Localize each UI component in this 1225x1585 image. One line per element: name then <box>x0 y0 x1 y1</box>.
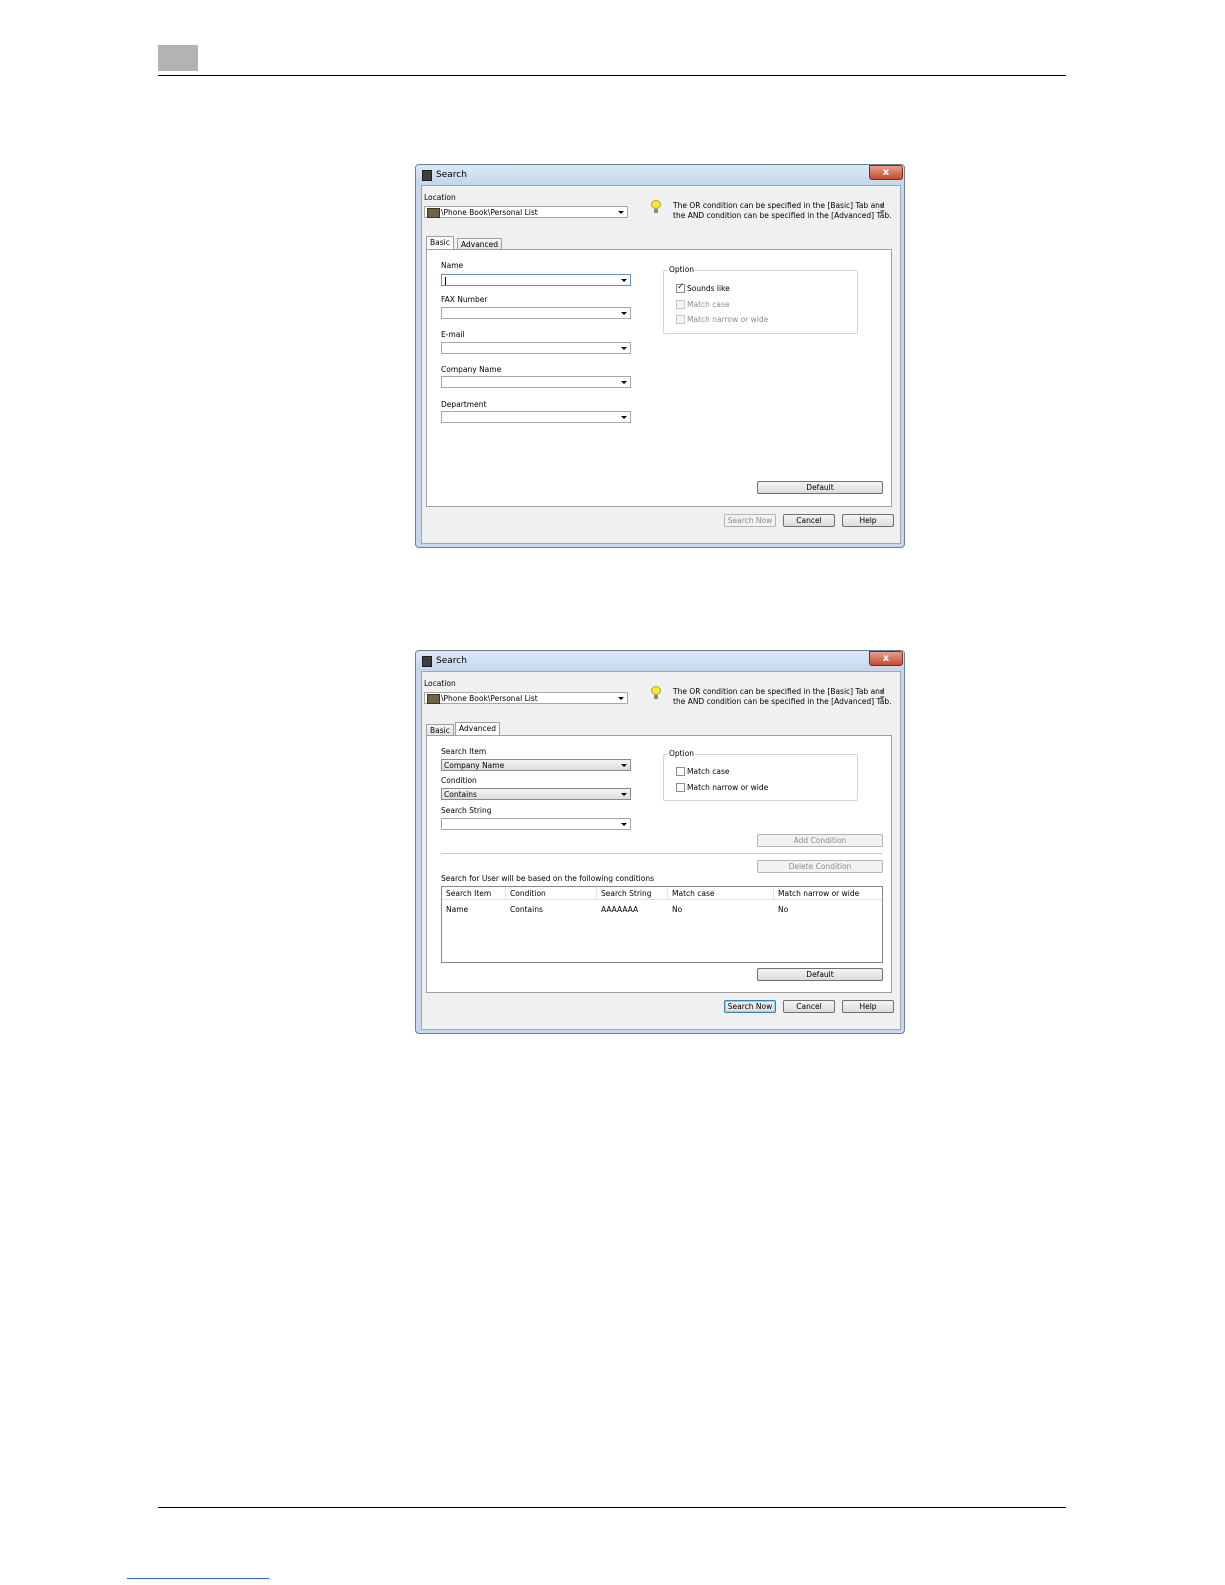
separator <box>441 853 882 854</box>
header-rule <box>158 75 1066 76</box>
column-header-search-string[interactable]: Search String <box>597 887 668 900</box>
chevron-down-icon <box>621 764 627 767</box>
name-label: Name <box>441 261 464 270</box>
phone-book-icon <box>422 170 432 181</box>
window-title: Search <box>436 170 467 180</box>
dialog-client: Location \Phone Book\Personal List The O… <box>421 671 901 1030</box>
cancel-button[interactable]: Cancel <box>783 514 835 527</box>
search-dialog-basic: Search x Location \Phone Book\Personal L… <box>415 164 905 548</box>
option-group: Option Match case Match narrow or wide <box>663 749 858 801</box>
lightbulb-icon <box>651 200 661 213</box>
chevron-down-icon <box>618 211 624 214</box>
fax-combo[interactable] <box>441 307 631 319</box>
search-now-button[interactable]: Search Now <box>724 514 776 527</box>
name-combo[interactable] <box>441 274 631 286</box>
search-item-select[interactable]: Company Name <box>441 759 631 771</box>
company-label: Company Name <box>441 365 502 374</box>
table-cell: Contains <box>510 905 543 914</box>
cancel-button[interactable]: Cancel <box>783 1000 835 1013</box>
location-combo[interactable]: \Phone Book\Personal List <box>424 692 628 704</box>
window-title: Search <box>436 656 467 666</box>
fax-label: FAX Number <box>441 295 488 304</box>
chevron-down-icon <box>621 381 627 384</box>
search-dialog-advanced: Search x Location \Phone Book\Personal L… <box>415 650 905 1034</box>
search-string-label: Search String <box>441 806 492 815</box>
sounds-like-label: Sounds like <box>687 284 730 293</box>
email-label: E-mail <box>441 330 465 339</box>
chevron-down-icon <box>621 312 627 315</box>
match-case-label: Match case <box>687 300 730 309</box>
match-narrow-checkbox[interactable] <box>676 783 685 792</box>
footer-link-underline <box>127 1578 269 1579</box>
check-mark-icon: ✓ <box>677 282 685 292</box>
chapter-number-box <box>158 45 198 71</box>
chevron-down-icon <box>621 793 627 796</box>
advanced-tab-panel: Search Item Company Name Condition Conta… <box>426 735 892 993</box>
chevron-down-icon <box>621 279 627 282</box>
text-cursor <box>445 277 446 285</box>
match-narrow-label: Match narrow or wide <box>687 783 769 792</box>
option-title: Option <box>668 265 696 274</box>
option-title: Option <box>668 749 696 758</box>
conditions-table[interactable]: Search Item Condition Search String Matc… <box>441 886 883 963</box>
match-narrow-label: Match narrow or wide <box>687 315 769 324</box>
phone-book-icon <box>422 656 432 667</box>
search-now-button[interactable]: Search Now <box>724 1000 776 1013</box>
column-header-condition[interactable]: Condition <box>506 887 597 900</box>
match-case-checkbox[interactable] <box>676 300 685 309</box>
location-combo[interactable]: \Phone Book\Personal List <box>424 206 628 218</box>
help-button[interactable]: Help <box>842 514 894 527</box>
condition-select[interactable]: Contains <box>441 788 631 800</box>
location-label: Location <box>424 679 456 688</box>
table-cell: Name <box>446 905 469 914</box>
table-cell: No <box>778 905 789 914</box>
table-cell: AAAAAAA <box>601 905 639 914</box>
column-header-search-item[interactable]: Search Item <box>442 887 506 900</box>
match-case-label: Match case <box>687 767 730 776</box>
chevron-down-icon <box>621 823 627 826</box>
conditions-caption: Search for User will be based on the fol… <box>441 874 654 883</box>
department-combo[interactable] <box>441 411 631 423</box>
condition-label: Condition <box>441 776 477 785</box>
dialog-client: Location \Phone Book\Personal List The O… <box>421 185 901 544</box>
column-header-match-narrow[interactable]: Match narrow or wide <box>774 887 882 900</box>
title-bar: Search x <box>416 165 904 185</box>
location-label: Location <box>424 193 456 202</box>
footer-rule <box>158 1507 1066 1508</box>
help-button[interactable]: Help <box>842 1000 894 1013</box>
close-button[interactable]: x <box>869 651 903 666</box>
phone-book-icon <box>427 694 440 704</box>
info-scroll-arrows[interactable]: ▲ ▼ <box>880 202 885 216</box>
delete-condition-button[interactable]: Delete Condition <box>757 860 883 873</box>
info-scroll-arrows[interactable]: ▲ ▼ <box>880 688 885 702</box>
email-combo[interactable] <box>441 342 631 354</box>
chevron-down-icon <box>618 697 624 700</box>
search-item-label: Search Item <box>441 747 487 756</box>
company-combo[interactable] <box>441 376 631 388</box>
chevron-down-icon <box>621 416 627 419</box>
phone-book-icon <box>427 208 440 218</box>
close-button[interactable]: x <box>869 165 903 180</box>
title-bar: Search x <box>416 651 904 671</box>
lightbulb-icon <box>651 686 661 699</box>
sounds-like-checkbox[interactable]: ✓ <box>676 282 685 293</box>
tab-advanced[interactable]: Advanced <box>455 722 501 736</box>
search-string-combo[interactable] <box>441 818 631 830</box>
match-case-checkbox[interactable] <box>676 767 685 776</box>
default-button[interactable]: Default <box>757 481 883 494</box>
tab-basic[interactable]: Basic <box>426 236 454 250</box>
chevron-down-icon <box>621 347 627 350</box>
info-text: The OR condition can be specified in the… <box>673 687 892 706</box>
option-group: Option ✓ Sounds like Match case Match na… <box>663 265 858 334</box>
department-label: Department <box>441 400 487 409</box>
table-cell: No <box>672 905 683 914</box>
match-narrow-checkbox[interactable] <box>676 315 685 324</box>
basic-tab-panel: Name FAX Number E-mail Company Name Depa… <box>426 249 892 507</box>
default-button[interactable]: Default <box>757 968 883 981</box>
info-text: The OR condition can be specified in the… <box>673 201 892 220</box>
add-condition-button[interactable]: Add Condition <box>757 834 883 847</box>
column-header-match-case[interactable]: Match case <box>668 887 774 900</box>
